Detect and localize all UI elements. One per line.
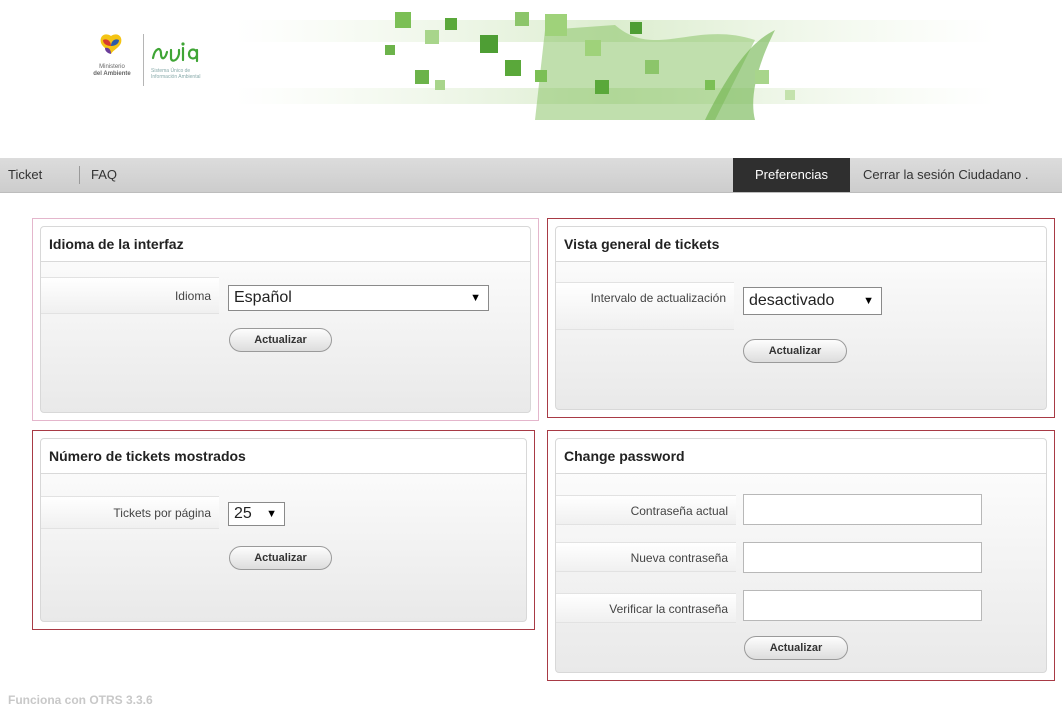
overview-update-button[interactable]: Actualizar (743, 339, 847, 363)
nav-separator (79, 166, 80, 184)
current-password-label: Contraseña actual (556, 495, 736, 525)
main-navbar: Ticket FAQ Preferencias Cerrar la sesión… (0, 158, 1062, 193)
new-password-label: Nueva contraseña (556, 542, 736, 572)
language-update-button[interactable]: Actualizar (229, 328, 332, 352)
suia-subtitle: Sistema Único de Información Ambiental (151, 68, 201, 80)
password-panel-frame: Change password Contraseña actual Nueva … (547, 430, 1055, 681)
overview-field-label: Intervalo de actualización (556, 282, 734, 330)
language-select-value: Español (234, 289, 292, 306)
tickets-per-page-select[interactable]: 25 ▼ (228, 502, 285, 526)
ministry-logo-icon (100, 34, 122, 54)
language-select[interactable]: Español ▼ (228, 285, 489, 311)
chevron-down-icon: ▼ (863, 295, 874, 307)
nav-ticket[interactable]: Ticket (8, 158, 42, 192)
tickets-shown-panel: Número de tickets mostrados Tickets por … (40, 438, 527, 622)
header-banner: Ministerio del Ambiente Sistema Único de… (0, 0, 1062, 140)
language-panel-frame: Idioma de la interfaz Idioma Español ▼ A… (32, 218, 539, 421)
ministry-logo-text: Ministerio del Ambiente (85, 64, 139, 78)
password-update-button[interactable]: Actualizar (744, 636, 848, 660)
current-password-input[interactable] (743, 494, 982, 525)
tickets-shown-panel-frame: Número de tickets mostrados Tickets por … (32, 430, 535, 630)
tickets-per-page-value: 25 (234, 505, 252, 522)
refresh-interval-select[interactable]: desactivado ▼ (743, 287, 882, 315)
chevron-down-icon: ▼ (266, 508, 277, 520)
verify-password-label: Verificar la contraseña (556, 593, 736, 623)
logo-group: Ministerio del Ambiente Sistema Único de… (85, 30, 225, 90)
password-panel: Change password Contraseña actual Nueva … (555, 438, 1047, 673)
suia-logo-icon (151, 42, 199, 63)
verify-password-input[interactable] (743, 590, 982, 621)
language-panel-title: Idioma de la interfaz (41, 227, 530, 262)
overview-panel: Vista general de tickets Intervalo de ac… (555, 226, 1047, 410)
ministry-line2: del Ambiente (93, 71, 131, 77)
tickets-shown-panel-title: Número de tickets mostrados (41, 439, 526, 474)
banner-graphic (235, 12, 995, 120)
chevron-down-icon: ▼ (470, 292, 481, 304)
language-field-label: Idioma (41, 277, 219, 314)
overview-panel-title: Vista general de tickets (556, 227, 1046, 262)
nav-logout[interactable]: Cerrar la sesión Ciudadano . (863, 158, 1028, 192)
footer-powered-by[interactable]: Funciona con OTRS 3.3.6 (8, 693, 153, 707)
logo-divider (143, 34, 144, 86)
new-password-input[interactable] (743, 542, 982, 573)
overview-panel-frame: Vista general de tickets Intervalo de ac… (547, 218, 1055, 418)
ministry-line1: Ministerio (99, 64, 125, 70)
refresh-interval-value: desactivado (749, 292, 835, 309)
tickets-per-page-label: Tickets por página (41, 496, 219, 529)
language-panel: Idioma de la interfaz Idioma Español ▼ A… (40, 226, 531, 413)
nav-preferences[interactable]: Preferencias (733, 158, 850, 192)
nav-faq[interactable]: FAQ (91, 158, 117, 192)
password-panel-title: Change password (556, 439, 1046, 474)
tickets-shown-update-button[interactable]: Actualizar (229, 546, 332, 570)
